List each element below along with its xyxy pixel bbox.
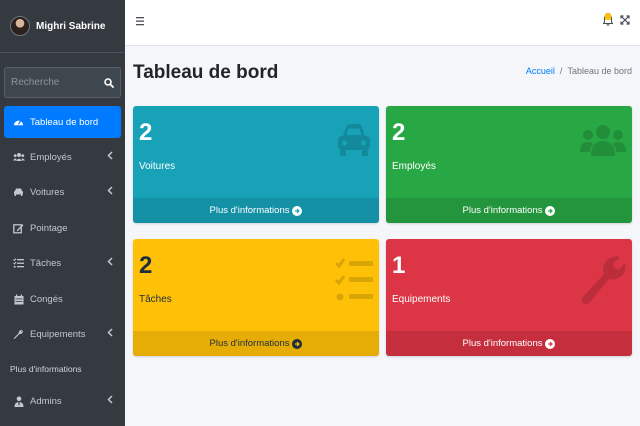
chevron-left-icon[interactable] xyxy=(107,257,113,266)
wrench-icon xyxy=(12,328,25,341)
chevron-left-icon[interactable] xyxy=(107,395,113,404)
box-count: 2 xyxy=(392,119,406,146)
box-footer-label: Plus d'informations xyxy=(462,205,543,216)
car-icon xyxy=(12,186,25,199)
arrow-circle-right-icon xyxy=(545,205,556,216)
small-box-voitures: 2 Voitures Plus d'informations xyxy=(133,106,379,223)
wrench-icon xyxy=(582,256,626,305)
box-more-info-link[interactable]: Plus d'informations xyxy=(133,198,379,223)
sidebar-item-label: Employés xyxy=(30,151,72,163)
search-icon xyxy=(104,77,114,88)
sidebar-header: Plus d'informations xyxy=(10,364,82,374)
small-box-taches: 2 Tâches Plus d'informations xyxy=(133,239,379,356)
edit-icon xyxy=(12,222,25,235)
tasks-icon xyxy=(12,257,25,270)
arrow-circle-right-icon xyxy=(292,205,303,216)
chevron-left-icon[interactable] xyxy=(107,151,113,160)
box-count: 1 xyxy=(392,252,406,279)
sidebar-item-taches[interactable]: Tâches xyxy=(4,247,121,279)
page-title: Tableau de bord xyxy=(133,62,279,83)
sidebar-item-label: Pointage xyxy=(30,222,68,234)
user-panel[interactable]: Mighri Sabrine xyxy=(0,0,125,53)
sidebar-item-admins[interactable]: Admins xyxy=(4,385,121,417)
sidebar-item-equipements[interactable]: Equipements xyxy=(4,318,121,350)
box-footer-label: Plus d'informations xyxy=(209,338,290,349)
sidebar-item-conges[interactable]: Congés xyxy=(4,283,121,315)
sidebar-item-voitures[interactable]: Voitures xyxy=(4,176,121,208)
box-more-info-link[interactable]: Plus d'informations xyxy=(386,198,632,223)
box-footer-label: Plus d'informations xyxy=(462,338,543,349)
sidebar-item-label: Tâches xyxy=(30,257,62,269)
box-label: Voitures xyxy=(139,161,176,172)
sidebar-item-employes[interactable]: Employés xyxy=(4,141,121,173)
sidebar-item-pointage[interactable]: Pointage xyxy=(4,212,121,244)
breadcrumb-separator: / xyxy=(559,66,563,76)
sidebar-item-label: Admins xyxy=(30,395,62,407)
sidebar-search xyxy=(4,67,121,98)
search-button[interactable] xyxy=(98,67,121,98)
breadcrumb-current: Tableau de bord xyxy=(567,66,632,76)
sidebar-item-dashboard[interactable]: Tableau de bord xyxy=(4,106,121,138)
sidebar-item-label: Tableau de bord xyxy=(30,116,99,128)
sidebar-item-label: Congés xyxy=(30,293,63,305)
box-more-info-link[interactable]: Plus d'informations xyxy=(133,331,379,356)
search-input[interactable] xyxy=(4,67,98,98)
chevron-left-icon[interactable] xyxy=(107,328,113,337)
avatar[interactable] xyxy=(10,16,30,36)
arrow-circle-right-icon xyxy=(292,338,303,349)
car-icon xyxy=(338,124,370,156)
breadcrumb-home-link[interactable]: Accueil xyxy=(526,66,555,76)
box-count: 2 xyxy=(139,119,153,146)
tasks-icon xyxy=(335,258,373,301)
sidebar: Mighri Sabrine Tableau de bord Employés … xyxy=(0,0,125,426)
small-box-equipements: 1 Equipements Plus d'informations xyxy=(386,239,632,356)
small-box-employes: 2 Employés Plus d'informations xyxy=(386,106,632,223)
breadcrumb: Accueil / Tableau de bord xyxy=(526,66,632,76)
box-label: Employés xyxy=(392,161,436,172)
box-label: Equipements xyxy=(392,294,451,305)
hamburger-menu-icon[interactable] xyxy=(136,16,145,26)
box-more-info-link[interactable]: Plus d'informations xyxy=(386,331,632,356)
users-icon xyxy=(580,125,626,156)
sidebar-item-label: Voitures xyxy=(30,186,65,198)
users-icon xyxy=(12,151,25,164)
dashboard-icon xyxy=(12,116,25,129)
calendar-icon xyxy=(12,293,25,306)
box-label: Tâches xyxy=(139,294,172,305)
top-navbar xyxy=(125,0,640,46)
user-name[interactable]: Mighri Sabrine xyxy=(36,21,105,32)
notification-badge xyxy=(605,13,611,20)
chevron-left-icon[interactable] xyxy=(107,186,113,195)
user-tie-icon xyxy=(12,395,25,408)
fullscreen-icon[interactable] xyxy=(620,15,630,25)
box-count: 2 xyxy=(139,252,153,279)
sidebar-item-label: Equipements xyxy=(30,328,86,340)
box-footer-label: Plus d'informations xyxy=(209,205,290,216)
arrow-circle-right-icon xyxy=(545,338,556,349)
